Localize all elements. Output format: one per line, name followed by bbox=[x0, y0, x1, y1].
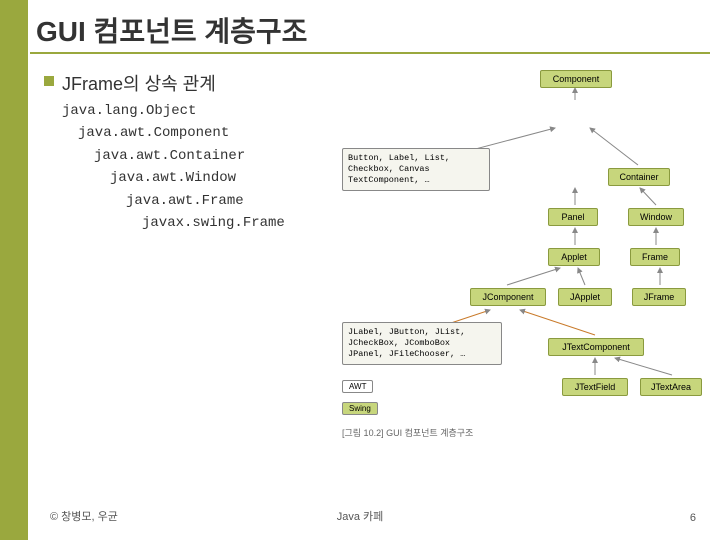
hierarchy-item: java.awt.Frame bbox=[126, 190, 285, 212]
node-container: Container bbox=[608, 168, 670, 186]
node-jtextcomponent: JTextComponent bbox=[548, 338, 644, 356]
legend-awt: AWT bbox=[342, 380, 373, 393]
hierarchy-item: java.lang.Object bbox=[62, 100, 285, 122]
hierarchy-item: java.awt.Component bbox=[78, 122, 285, 144]
node-window: Window bbox=[628, 208, 684, 226]
node-applet: Applet bbox=[548, 248, 600, 266]
class-diagram: Object Component Button, Label, List, Ch… bbox=[340, 70, 710, 480]
hierarchy-item: javax.swing.Frame bbox=[142, 212, 285, 234]
diagram-caption: [그림 10.2] GUI 컴포넌트 계층구조 bbox=[342, 426, 473, 439]
legend: AWT Swing bbox=[342, 380, 381, 415]
legend-swing: Swing bbox=[342, 402, 378, 415]
node-panel: Panel bbox=[548, 208, 598, 226]
node-component: Component bbox=[540, 70, 612, 88]
diagram-connectors bbox=[340, 70, 710, 480]
node-swing-leaf: JLabel, JButton, JList, JCheckBox, JComb… bbox=[342, 322, 502, 365]
title-underline bbox=[30, 52, 710, 54]
page-number: 6 bbox=[690, 512, 696, 524]
slide-title: GUI 컴포넌트 계층구조 bbox=[36, 10, 307, 50]
node-japplet: JApplet bbox=[558, 288, 612, 306]
slide-sidebar bbox=[0, 0, 28, 540]
node-awt-leaf: Button, Label, List, Checkbox, Canvas Te… bbox=[342, 148, 490, 191]
node-frame: Frame bbox=[630, 248, 680, 266]
footer-title: Java 카페 bbox=[0, 508, 720, 524]
bullet-icon bbox=[44, 76, 54, 86]
node-jtextarea: JTextArea bbox=[640, 378, 702, 396]
slide-subtitle: JFrame의 상속 관계 bbox=[62, 70, 216, 96]
node-jcomponent: JComponent bbox=[470, 288, 546, 306]
hierarchy-item: java.awt.Window bbox=[110, 167, 285, 189]
hierarchy-item: java.awt.Container bbox=[94, 145, 285, 167]
inheritance-hierarchy: java.lang.Object java.awt.Component java… bbox=[62, 100, 285, 234]
node-jframe: JFrame bbox=[632, 288, 686, 306]
node-jtextfield: JTextField bbox=[562, 378, 628, 396]
